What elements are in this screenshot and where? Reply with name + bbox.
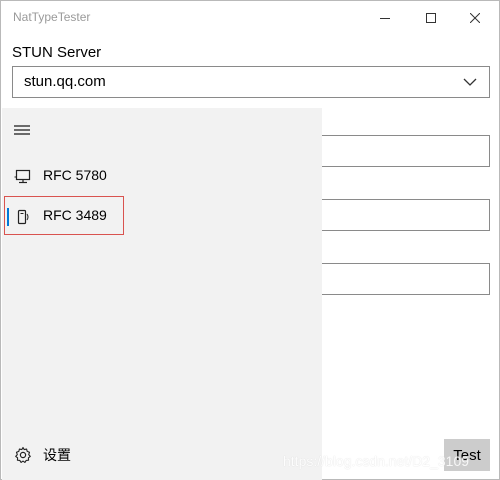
maximize-icon <box>426 12 436 23</box>
navigation-pane: RFC 5780 RFC 3489 设置 <box>2 108 322 480</box>
result-field-3[interactable] <box>316 263 490 295</box>
nav-item-label: 设置 <box>43 447 71 463</box>
watermark-text: https://blog.csdn.net/D2_3109 <box>283 453 470 469</box>
stun-server-combobox[interactable]: stun.qq.com <box>12 66 490 98</box>
window-title: NatTypeTester <box>13 10 91 24</box>
nav-item-settings[interactable]: 设置 <box>2 434 322 474</box>
nav-item-rfc5780[interactable]: RFC 5780 <box>2 156 322 196</box>
minimize-button[interactable] <box>362 1 408 34</box>
chevron-down-icon <box>463 78 477 86</box>
monitor-icon <box>14 169 31 184</box>
app-window: NatTypeTester STUN Server stun.qq.com Te… <box>0 0 500 480</box>
stun-server-label: STUN Server <box>12 44 102 61</box>
nav-item-label: RFC 5780 <box>43 167 107 183</box>
close-icon <box>470 12 480 23</box>
hamburger-icon[interactable] <box>14 123 32 137</box>
annotation-highlight-box <box>4 196 124 235</box>
stun-server-value: stun.qq.com <box>24 73 106 90</box>
result-field-2[interactable] <box>316 199 490 231</box>
minimize-icon <box>380 17 390 19</box>
gear-icon <box>15 446 31 463</box>
close-button[interactable] <box>452 1 498 34</box>
result-field-1[interactable] <box>316 135 490 167</box>
maximize-button[interactable] <box>408 1 454 34</box>
title-bar[interactable]: NatTypeTester <box>1 1 500 34</box>
